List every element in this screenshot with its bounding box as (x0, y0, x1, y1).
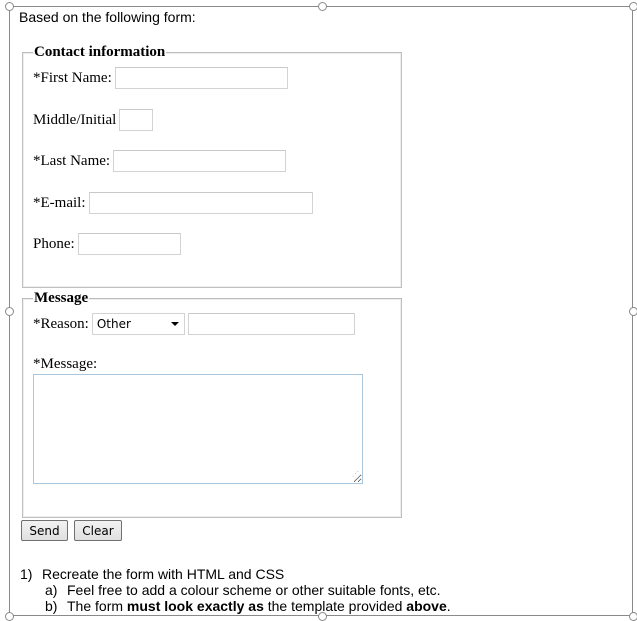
middle-initial-input[interactable] (119, 109, 154, 131)
send-button[interactable]: Send (21, 520, 68, 541)
message-legend: Message (34, 290, 89, 306)
resize-handle-middle-left[interactable] (5, 307, 14, 316)
middle-initial-row: Middle/Initial (33, 109, 154, 131)
item-number: b) (45, 598, 58, 614)
message-label-row: *Message: (33, 356, 100, 373)
phone-input[interactable] (77, 233, 181, 255)
intro-text: Based on the following form: (19, 9, 196, 25)
resize-handle-middle-right[interactable] (629, 307, 637, 316)
phone-row: Phone: (33, 233, 181, 255)
instruction-item-1: 1) Recreate the form with HTML and CSS (20, 566, 451, 582)
phone-label: Phone: (33, 235, 75, 252)
resize-handle-top-left[interactable] (5, 2, 14, 11)
reason-label: *Reason: (33, 315, 89, 332)
item-text: Feel free to add a colour scheme or othe… (67, 582, 441, 598)
text-segment: The form (67, 598, 127, 614)
dropdown-arrow-icon (170, 322, 179, 326)
email-label: *E-mail: (33, 194, 86, 211)
instruction-item-1a: a) Feel free to add a colour scheme or o… (20, 582, 451, 598)
first-name-input[interactable] (114, 67, 288, 89)
contact-information-legend: Contact information (34, 44, 166, 60)
first-name-label: *First Name: (33, 69, 112, 86)
resize-grip-icon[interactable]: ⋰ (352, 471, 360, 481)
item-text: Recreate the form with HTML and CSS (42, 566, 285, 582)
clear-button[interactable]: Clear (74, 520, 122, 541)
email-input[interactable] (88, 192, 313, 214)
reason-select[interactable]: Other (91, 313, 185, 335)
email-row: *E-mail: (33, 192, 313, 214)
reason-row: *Reason: Other (33, 313, 355, 335)
bold-segment: above (406, 598, 447, 614)
text-segment: . (446, 598, 451, 614)
item-text: The form must look exactly as the templa… (67, 598, 451, 614)
reason-selected-value: Other (96, 317, 131, 331)
instruction-item-1b: b) The form must look exactly as the tem… (20, 598, 451, 614)
last-name-label: *Last Name: (33, 152, 111, 169)
middle-initial-label: Middle/Initial (33, 111, 117, 128)
last-name-input[interactable] (113, 150, 287, 172)
item-number: 1) (20, 566, 33, 582)
bold-segment: must look exactly as (126, 598, 264, 614)
item-number: a) (45, 582, 58, 598)
first-name-row: *First Name: (33, 67, 288, 89)
text-segment: the template provided (263, 598, 407, 614)
message-label: *Message: (33, 356, 98, 372)
resize-handle-top-middle[interactable] (318, 2, 327, 11)
instructions-list: 1) Recreate the form with HTML and CSS a… (20, 566, 451, 614)
message-textarea[interactable] (33, 374, 363, 484)
last-name-row: *Last Name: (33, 150, 287, 172)
resize-handle-top-right[interactable] (629, 2, 637, 11)
reason-other-input[interactable] (187, 313, 355, 335)
